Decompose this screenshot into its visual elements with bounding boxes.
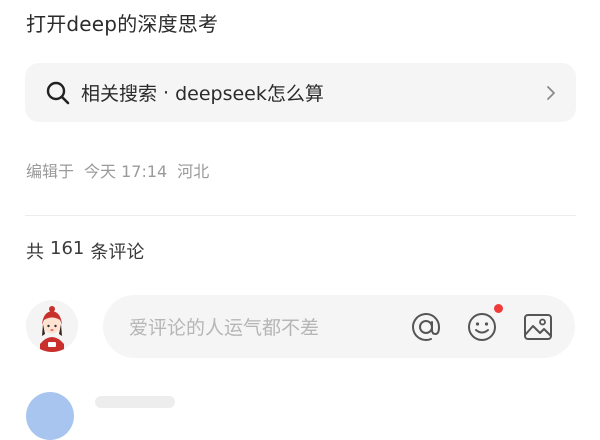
- post-text: 打开deep的深度思考: [26, 12, 219, 36]
- comment-count-prefix: 共: [26, 242, 44, 263]
- avatar[interactable]: [26, 300, 78, 352]
- related-search-query[interactable]: deepseek怎么算: [175, 79, 544, 106]
- emoji-icon[interactable]: [465, 303, 503, 344]
- chevron-right-icon: [547, 85, 555, 100]
- search-icon: [46, 81, 70, 104]
- avatar-illustration: [26, 300, 78, 352]
- image-icon[interactable]: [521, 310, 555, 344]
- next-comment-author-placeholder: [95, 396, 175, 408]
- notification-dot: [494, 303, 503, 313]
- related-search-separator: ·: [163, 81, 170, 104]
- comment-count-suffix: 条评论: [90, 242, 145, 263]
- comment-input-placeholder: 爱评论的人运气都不差: [129, 317, 320, 339]
- edited-label: 编辑于: [26, 162, 75, 181]
- next-comment-avatar[interactable]: [26, 392, 74, 440]
- comment-count: 共 161 条评论: [26, 238, 144, 264]
- edited-date: 今天 17:14: [84, 162, 168, 181]
- related-search-card[interactable]: 相关搜索 · deepseek怎么算: [25, 63, 576, 122]
- related-search-label: 相关搜索: [81, 83, 158, 105]
- at-icon[interactable]: [409, 310, 443, 344]
- comment-input[interactable]: 爱评论的人运气都不差: [103, 295, 575, 358]
- post-meta: 编辑于 今天 17:14 河北: [26, 158, 209, 182]
- post-location: 河北: [177, 162, 210, 181]
- comment-count-number: 161: [50, 238, 85, 259]
- divider: [25, 215, 576, 216]
